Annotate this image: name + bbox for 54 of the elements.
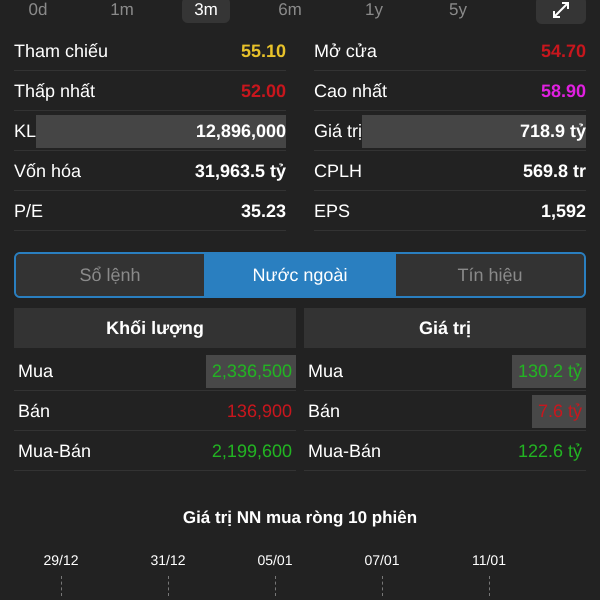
stat-label: Vốn hóa bbox=[14, 160, 82, 182]
stat-label: CPLH bbox=[314, 160, 362, 182]
column-header: Khối lượng bbox=[14, 308, 296, 348]
stat-label: KL bbox=[14, 120, 36, 142]
tick-mark bbox=[274, 576, 276, 596]
expand-icon bbox=[551, 0, 571, 20]
row-value: 122.6 tỷ bbox=[518, 440, 582, 460]
date-label: 05/01 bbox=[257, 552, 293, 568]
row-label: Mua-Bán bbox=[18, 440, 92, 462]
segment-tab[interactable]: Tín hiệu bbox=[396, 254, 584, 296]
date-label: 11/01 bbox=[472, 552, 506, 568]
stat-label: EPS bbox=[314, 200, 350, 222]
date-label: 07/01 bbox=[364, 552, 400, 568]
stat-label: Tham chiếu bbox=[14, 40, 108, 62]
stat-label: Cao nhất bbox=[314, 80, 388, 102]
period-tab[interactable]: 1y bbox=[350, 0, 398, 23]
stat-value: 569.8 tr bbox=[522, 160, 586, 180]
row-value: 2,336,500 bbox=[212, 360, 292, 380]
stat-value: 55.10 bbox=[240, 40, 286, 60]
row-label: Bán bbox=[18, 400, 50, 422]
period-tab[interactable]: 3m bbox=[182, 0, 230, 23]
tick-mark bbox=[488, 576, 490, 596]
row-label: Mua bbox=[18, 360, 54, 382]
row-label: Mua-Bán bbox=[308, 440, 382, 462]
stat-value: 35.23 bbox=[240, 200, 286, 220]
period-tab[interactable]: 1m bbox=[98, 0, 146, 23]
stat-value: 12,896,000 bbox=[196, 120, 286, 140]
row-value: 2,199,600 bbox=[212, 440, 292, 460]
row-label: Bán bbox=[308, 400, 340, 422]
stat-value: 54.70 bbox=[540, 40, 586, 60]
stat-label: Mở cửa bbox=[314, 40, 377, 62]
stat-value: 31,963.5 tỷ bbox=[194, 160, 286, 180]
stat-label: Giá trị bbox=[314, 120, 362, 142]
chart-title: Giá trị NN mua ròng 10 phiên bbox=[182, 508, 418, 528]
row-value: 7.6 tỷ bbox=[538, 400, 582, 420]
stat-value: 52.00 bbox=[240, 80, 286, 100]
row-value: 130.2 tỷ bbox=[518, 360, 582, 380]
stat-value: 1,592 bbox=[540, 200, 586, 220]
segment-tab[interactable]: Nước ngoài bbox=[206, 254, 396, 296]
date-label: 31/12 bbox=[150, 552, 186, 568]
stat-value: 58.90 bbox=[540, 80, 586, 100]
period-tab[interactable]: 6m bbox=[266, 0, 314, 23]
stat-value: 718.9 tỷ bbox=[520, 120, 586, 140]
period-tab[interactable]: 0d bbox=[14, 0, 62, 23]
row-label: Mua bbox=[308, 360, 344, 382]
row-value: 136,900 bbox=[226, 400, 292, 420]
column-header: Giá trị bbox=[304, 308, 586, 348]
segment-tab[interactable]: Sổ lệnh bbox=[16, 254, 206, 296]
stat-label: P/E bbox=[14, 200, 44, 222]
stat-label: Thấp nhất bbox=[14, 80, 96, 102]
tick-mark bbox=[60, 576, 62, 596]
period-tab[interactable]: 5y bbox=[434, 0, 482, 23]
expand-button[interactable] bbox=[536, 0, 586, 24]
date-label: 29/12 bbox=[43, 552, 79, 568]
